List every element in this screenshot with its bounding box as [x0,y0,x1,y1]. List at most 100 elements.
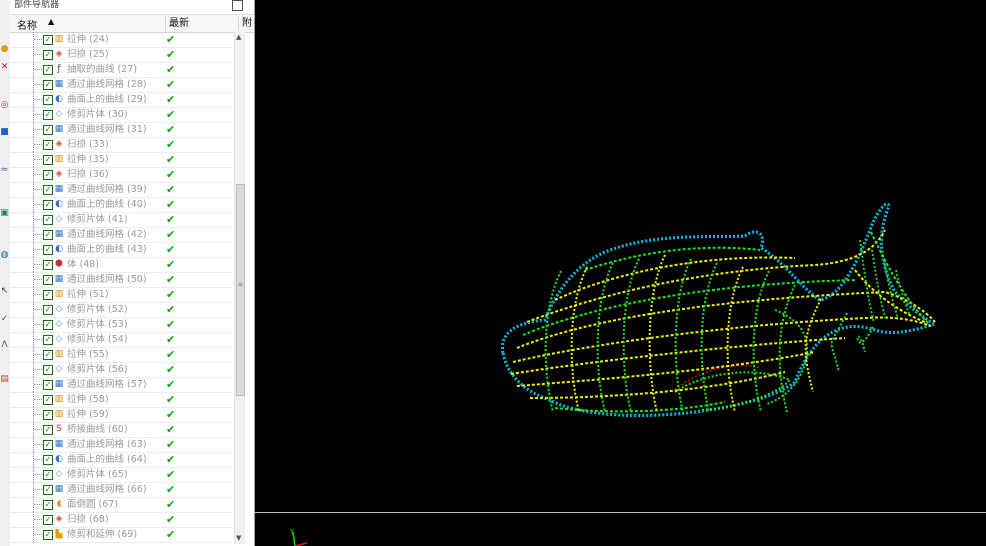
visibility-checkbox[interactable]: ✓ [43,455,53,465]
tool-icon-3[interactable]: ◎ [0,100,9,110]
tree-row[interactable]: ✓ ◈ 扫掠 (25) ✔ [10,46,232,63]
visibility-checkbox[interactable]: ✓ [43,155,53,165]
tool-icon-1[interactable]: ● [0,44,9,54]
visibility-checkbox[interactable]: ✓ [43,395,53,405]
tree-row[interactable]: ✓ ▦ 通过曲线网格 (66) ✔ [10,481,232,498]
tree-row[interactable]: ✓ ◐ 曲面上的曲线 (64) ✔ [10,451,232,468]
tree-row[interactable]: ✓ ◇ 修剪片体 (54) ✔ [10,331,232,348]
tree-row[interactable]: ✓ ▙ 修剪和延伸 (69) ✔ [10,526,232,543]
longitudinal-curve-1 [512,316,932,363]
tool-icon-2[interactable]: ✕ [0,62,9,72]
visibility-checkbox[interactable]: ✓ [43,245,53,255]
visibility-checkbox[interactable]: ✓ [43,185,53,195]
tree-row[interactable]: ✓ ▦ 通过曲线网格 (39) ✔ [10,181,232,198]
feature-label: 曲面上的曲线 (40) [67,199,147,210]
tree-row[interactable]: ✓ ▥ 拉伸 (59) ✔ [10,406,232,423]
visibility-checkbox[interactable]: ✓ [43,230,53,240]
visibility-checkbox[interactable]: ✓ [43,200,53,210]
tree-row[interactable]: ✓ ▥ 拉伸 (51) ✔ [10,286,232,303]
part-navigator-panel: 部件导航器 名称 ▲ 最新 附 ✓ ▥ 拉伸 (24) ✔ ✓ ◈ 扫掠 (25) ✔ ✓ ƒ 抽取… [10,0,255,546]
tree-row[interactable]: ✓ ◈ 扫掠 (68) ✔ [10,511,232,528]
tree-row[interactable]: ✓ ◐ 曲面上的曲线 (40) ✔ [10,196,232,213]
tree-row[interactable]: ✓ ▥ 拉伸 (35) ✔ [10,151,232,168]
visibility-checkbox[interactable]: ✓ [43,95,53,105]
tree-row[interactable]: ✓ ◈ 扫掠 (36) ✔ [10,166,232,183]
tree-row[interactable]: ✓ ▦ 通过曲线网格 (63) ✔ [10,436,232,453]
tool-icon-5[interactable]: ≈ [0,165,9,175]
tree-row[interactable]: ✓ ◇ 修剪片体 (65) ✔ [10,466,232,483]
visibility-checkbox[interactable]: ✓ [43,380,53,390]
tree-row[interactable]: ✓ ▦ 通过曲线网格 (50) ✔ [10,271,232,288]
visibility-checkbox[interactable]: ✓ [43,80,53,90]
visibility-checkbox[interactable]: ✓ [43,275,53,285]
tree-row[interactable]: ✓ ◐ 曲面上的曲线 (43) ✔ [10,241,232,258]
column-extra[interactable]: 附 [238,16,252,31]
tool-icon-9[interactable]: ✓ [0,314,9,324]
column-name[interactable]: 名称 [17,17,37,32]
tree-row[interactable]: ✓ ◖ 面倒圆 (67) ✔ [10,496,232,513]
extrude-icon: ▥ [54,154,64,164]
graphics-viewport[interactable]: Y [255,0,986,546]
visibility-checkbox[interactable]: ✓ [43,260,53,270]
tree-row[interactable]: ✓ ◐ 曲面上的曲线 (29) ✔ [10,91,232,108]
scroll-down-icon[interactable]: ▼ [236,534,241,542]
vertical-scrollbar[interactable]: ▲ ≡ ▼ [234,32,245,544]
tree-row[interactable]: ✓ ▦ 通过曲线网格 (42) ✔ [10,226,232,243]
tool-icon-4[interactable]: ■ [0,127,9,137]
visibility-checkbox[interactable]: ✓ [43,140,53,150]
tree-row[interactable]: ✓ ▥ 拉伸 (24) ✔ [10,32,232,48]
tool-icon-6[interactable]: ▣ [0,208,9,218]
visibility-checkbox[interactable]: ✓ [43,305,53,315]
tree-row[interactable]: ✓ ◈ 扫掠 (33) ✔ [10,136,232,153]
visibility-checkbox[interactable]: ✓ [43,515,53,525]
visibility-checkbox[interactable]: ✓ [43,470,53,480]
tree-row[interactable]: ✓ ƒ 抽取的曲线 (27) ✔ [10,61,232,78]
visibility-checkbox[interactable]: ✓ [43,320,53,330]
tree-row[interactable]: ✓ ⬢ 体 (48) ✔ [10,256,232,273]
visibility-checkbox[interactable]: ✓ [43,110,53,120]
up-to-date-check-icon: ✔ [166,483,176,496]
longitudinal-curve-6 [554,256,796,301]
tree-connector [34,354,42,355]
visibility-checkbox[interactable]: ✓ [43,290,53,300]
scroll-up-icon[interactable]: ▲ [236,33,241,41]
tree-row[interactable]: ✓ ◇ 修剪片体 (41) ✔ [10,211,232,228]
visibility-checkbox[interactable]: ✓ [43,125,53,135]
tree-row[interactable]: ✓ ◇ 修剪片体 (52) ✔ [10,301,232,318]
tool-icon-11[interactable]: ▤ [0,374,9,384]
swept-icon: ◈ [55,169,63,179]
tree-row[interactable]: ✓ ▦ 通过曲线网格 (31) ✔ [10,121,232,138]
scrollbar-thumb[interactable]: ≡ [236,184,245,396]
tree-connector [34,534,42,535]
visibility-checkbox[interactable]: ✓ [43,485,53,495]
face-blend-icon: ◖ [56,499,62,509]
tool-icon-7[interactable]: ◍ [0,250,9,260]
visibility-checkbox[interactable]: ✓ [43,410,53,420]
tree-connector [34,84,42,85]
visibility-checkbox[interactable]: ✓ [43,215,53,225]
visibility-checkbox[interactable]: ✓ [43,350,53,360]
visibility-checkbox[interactable]: ✓ [43,50,53,60]
visibility-checkbox[interactable]: ✓ [43,365,53,375]
visibility-checkbox[interactable]: ✓ [43,170,53,180]
visibility-checkbox[interactable]: ✓ [43,65,53,75]
tree-row[interactable]: ✓ ◇ 修剪片体 (30) ✔ [10,106,232,123]
tree-row[interactable]: ✓ S 桥接曲线 (60) ✔ [10,421,232,438]
tree-row[interactable]: ✓ ◇ 修剪片体 (53) ✔ [10,316,232,333]
visibility-checkbox[interactable]: ✓ [43,530,53,540]
tree-row[interactable]: ✓ ▦ 通过曲线网格 (57) ✔ [10,376,232,393]
tree-row[interactable]: ✓ ▥ 拉伸 (55) ✔ [10,346,232,363]
tree-row[interactable]: ✓ ◇ 修剪片体 (56) ✔ [10,361,232,378]
visibility-checkbox[interactable]: ✓ [43,335,53,345]
view-triad-icon[interactable]: Y [285,526,335,546]
visibility-checkbox[interactable]: ✓ [43,500,53,510]
maximize-icon[interactable] [232,0,243,11]
tool-icon-10[interactable]: ᐱ [0,340,9,350]
tool-icon-8[interactable]: ↖ [0,286,9,296]
visibility-checkbox[interactable]: ✓ [43,440,53,450]
visibility-checkbox[interactable]: ✓ [43,35,53,45]
visibility-checkbox[interactable]: ✓ [43,425,53,435]
column-latest[interactable]: 最新 [165,16,189,31]
tree-row[interactable]: ✓ ▦ 通过曲线网格 (28) ✔ [10,76,232,93]
tree-row[interactable]: ✓ ▥ 拉伸 (58) ✔ [10,391,232,408]
